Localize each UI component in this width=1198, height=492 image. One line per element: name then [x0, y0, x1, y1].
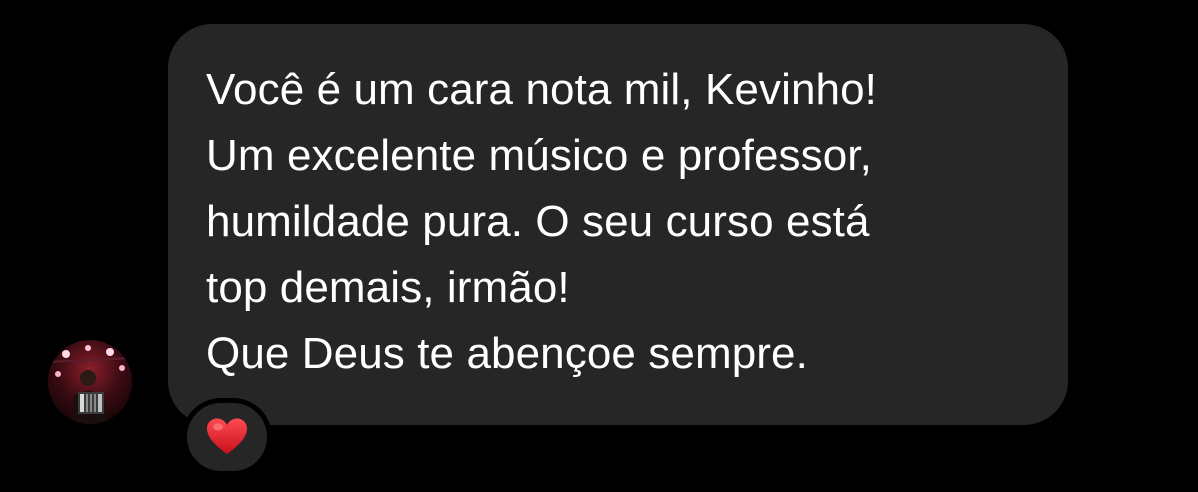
- message-line: Um excelente músico e professor,: [206, 131, 872, 180]
- message-line: Você é um cara nota mil, Kevinho!: [206, 65, 877, 114]
- reaction-badge[interactable]: [182, 398, 272, 476]
- red-heart-icon: [207, 418, 247, 454]
- sender-avatar[interactable]: [48, 340, 132, 424]
- chat-thread: Você é um cara nota mil, Kevinho! Um exc…: [0, 0, 1198, 492]
- message-line: Que Deus te abençoe sempre.: [206, 329, 808, 378]
- message-bubble[interactable]: Você é um cara nota mil, Kevinho! Um exc…: [168, 24, 1068, 425]
- avatar-photo-icon: [48, 340, 132, 424]
- message-line: humildade pura. O seu curso está: [206, 197, 870, 246]
- message-line: top demais, irmão!: [206, 263, 570, 312]
